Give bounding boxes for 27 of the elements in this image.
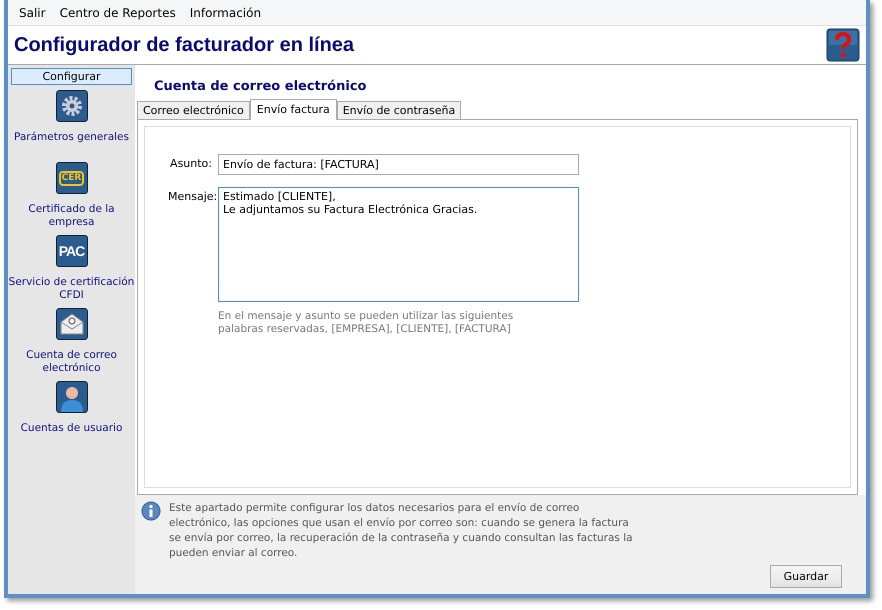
save-button[interactable]: Guardar	[770, 565, 842, 588]
help-icon[interactable]	[826, 28, 860, 62]
sidebar-item[interactable]: Cuenta de correo electrónico	[8, 349, 135, 375]
menu-item[interactable]: Información	[182, 6, 268, 20]
sidebar-item[interactable]: Certificado de la empresa	[8, 203, 135, 229]
section-title: Cuenta de correo electrónico	[153, 79, 368, 94]
tab[interactable]: Envío de contraseña	[336, 101, 462, 119]
sidebar-item[interactable]: Servicio de certificación CFDI	[8, 276, 135, 302]
tab[interactable]: Correo electrónico	[137, 101, 250, 119]
sidebar-header: Configurar	[11, 68, 132, 85]
menu-item[interactable]: Centro de Reportes	[52, 6, 183, 20]
info-text: Este apartado permite configurar los datos necesarios para el envío de correo electrónico, las opciones que usan el envío por correo son: cuando se genera la factura se envía por correo, la recuperación de la contraseña y cuando consultan las facturas la pueden enviar al correo.	[169, 501, 634, 561]
info-icon	[141, 501, 161, 521]
message-field[interactable]: Estimado [CLIENTE], Le adjuntamos su Factura Electrónica Gracias.	[218, 187, 579, 302]
sidebar-item[interactable]: Cuentas de usuario	[20, 422, 122, 435]
app-title: Configurador de facturador en línea	[14, 34, 354, 56]
gear-icon[interactable]	[56, 90, 88, 122]
hint-text: En el mensaje y asunto se pueden utilizar las siguientes palabras reservadas, [EMPRESA], [CLIENTE], [FACTURA]	[218, 310, 514, 336]
menu-item[interactable]: Salir	[12, 6, 53, 20]
envelope-icon[interactable]	[56, 308, 88, 340]
sidebar-item[interactable]: Parámetros generales	[14, 131, 129, 144]
subject-field[interactable]: Envío de factura: [FACTURA]	[218, 154, 579, 175]
tab[interactable]: Envío factura	[250, 99, 337, 120]
user-icon[interactable]	[56, 381, 88, 413]
pac-icon[interactable]: PAC	[56, 235, 88, 267]
field-label: Asunto:	[169, 156, 212, 172]
certificate-icon[interactable]: CER	[56, 162, 88, 194]
